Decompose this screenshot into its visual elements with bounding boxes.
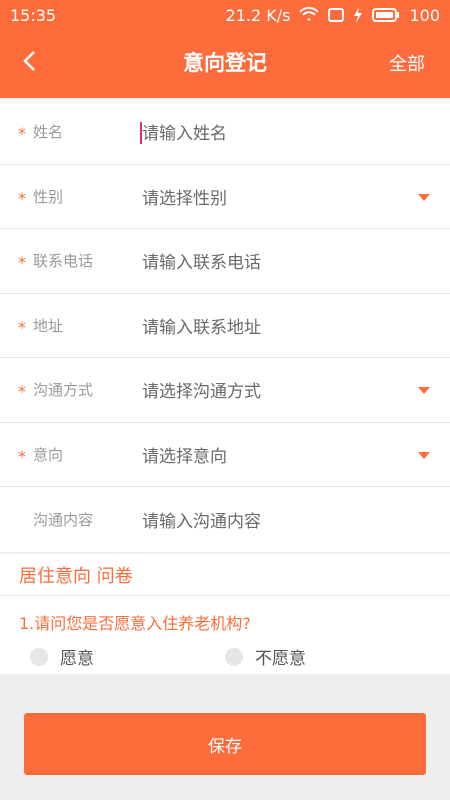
survey-title: 居住意向 问卷 <box>0 554 450 596</box>
caret-down-icon[interactable] <box>418 193 430 201</box>
status-right: 21.2 K/s 100 <box>226 6 440 25</box>
survey-section: 居住意向 问卷 1.请问您是否愿意入住养老机构? 愿意 不愿意 <box>0 554 450 674</box>
option-willing[interactable]: 愿意 <box>30 644 94 669</box>
phone-field[interactable]: * 联系电话 请输入联系电话 <box>0 229 450 294</box>
required-mark: * <box>18 124 26 143</box>
survey-question: 1.请问您是否愿意入住养老机构? <box>19 614 251 633</box>
gender-field[interactable]: * 性别 请选择性别 <box>0 165 450 229</box>
battery-icon <box>372 8 400 22</box>
field-label: 联系电话 <box>33 252 94 271</box>
wifi-icon <box>299 7 320 23</box>
address-input[interactable]: 请输入联系地址 <box>142 313 261 338</box>
network-speed: 21.2 K/s <box>225 5 291 25</box>
charging-icon <box>353 7 363 23</box>
field-label: 姓名 <box>33 123 64 142</box>
top-bar: 15:35 21.2 K/s 100 意向登记 全部 <box>0 0 450 98</box>
required-mark: * <box>18 382 26 401</box>
contact-method-select[interactable]: 请选择沟通方式 <box>142 377 261 402</box>
radio-button[interactable] <box>225 647 243 666</box>
registration-form: * 姓名 请输入姓名 * 性别 请选择性别 * 联系电话 请输入联系电话 * 地… <box>0 100 450 552</box>
nav-bar: 意向登记 全部 <box>0 30 450 96</box>
name-input[interactable]: 请输入姓名 <box>142 119 227 144</box>
option-label: 愿意 <box>60 649 94 669</box>
page-title: 意向登记 <box>183 51 267 75</box>
address-field[interactable]: * 地址 请输入联系地址 <box>0 294 450 358</box>
caret-down-icon[interactable] <box>418 387 430 394</box>
contact-content-input[interactable]: 请输入沟通内容 <box>142 507 261 532</box>
caret-down-icon[interactable] <box>418 451 430 459</box>
name-field[interactable]: * 姓名 请输入姓名 <box>0 100 450 165</box>
field-label: 沟通方式 <box>33 381 94 400</box>
option-unwilling[interactable]: 不愿意 <box>225 644 306 669</box>
battery-level: 100 <box>409 5 440 25</box>
gender-select[interactable]: 请选择性别 <box>142 184 227 209</box>
screen-icon <box>328 8 345 22</box>
save-button[interactable]: 保存 <box>24 713 426 775</box>
field-label: 意向 <box>33 445 64 464</box>
field-label: 沟通内容 <box>33 510 94 529</box>
required-mark: * <box>18 188 26 208</box>
status-bar: 15:35 21.2 K/s 100 <box>0 0 450 30</box>
required-mark: * <box>18 446 26 466</box>
intention-field[interactable]: * 意向 请选择意向 <box>0 423 450 487</box>
option-label: 不愿意 <box>255 649 306 669</box>
required-mark: * <box>18 253 26 272</box>
radio-button[interactable] <box>30 647 48 666</box>
survey-options: 愿意 不愿意 <box>0 634 450 674</box>
phone-input[interactable]: 请输入联系电话 <box>142 248 261 273</box>
field-label: 地址 <box>33 316 64 335</box>
required-mark: * <box>18 317 26 337</box>
contact-content-field[interactable]: 沟通内容 请输入沟通内容 <box>0 487 450 552</box>
save-area: 保存 <box>24 713 426 775</box>
status-time: 15:35 <box>10 5 57 25</box>
intention-select[interactable]: 请选择意向 <box>142 442 227 467</box>
contact-method-field[interactable]: * 沟通方式 请选择沟通方式 <box>0 358 450 423</box>
field-label: 性别 <box>33 187 64 206</box>
all-button[interactable]: 全部 <box>389 50 425 76</box>
